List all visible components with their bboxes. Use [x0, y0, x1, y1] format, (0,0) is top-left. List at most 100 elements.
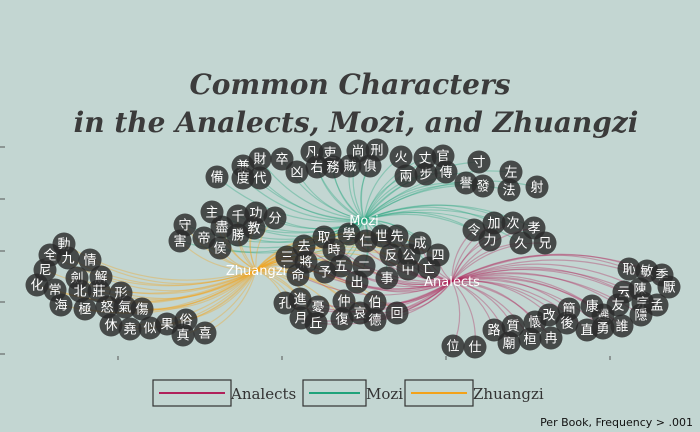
caption: Per Book, Frequency > .001 [540, 416, 693, 429]
character-label: 孟 [650, 299, 663, 314]
character-label: 丈 [418, 152, 431, 167]
character-label: 直 [580, 324, 593, 339]
character-label: 極 [78, 302, 91, 318]
character-label: 教 [247, 221, 260, 237]
character-label: 氣 [118, 301, 131, 316]
character-label: 北 [73, 285, 86, 300]
character-label: 害 [173, 234, 186, 250]
character-node: 害 [168, 229, 192, 253]
character-node: 發 [471, 174, 495, 198]
character-label: 俱 [363, 160, 376, 175]
character-label: 譽 [459, 177, 472, 192]
legend-item-zhuangzi: Zhuangzi [404, 379, 544, 407]
character-label: 反 [384, 249, 397, 264]
character-node: 後 [555, 311, 579, 335]
legend-label: Mozi [366, 385, 403, 403]
character-label: 卒 [275, 153, 288, 168]
character-label: 千 [231, 210, 244, 225]
character-label: 友 [611, 298, 624, 314]
chart-stage: Common Characters in the Analects, Mozi,… [0, 0, 700, 432]
character-node: 喜 [193, 321, 217, 345]
character-label: 成 [413, 237, 426, 252]
character-label: 休 [104, 319, 117, 334]
character-node: 位 [441, 334, 465, 358]
network-chart: Common Characters in the Analects, Mozi,… [0, 68, 693, 429]
character-label: 誰 [615, 319, 628, 335]
character-label: 火 [394, 151, 407, 166]
character-label: 令 [467, 224, 480, 239]
character-label: 伯 [368, 296, 381, 311]
character-node: 海 [49, 293, 73, 317]
character-node: 出 [345, 270, 369, 294]
character-node: 分 [263, 206, 287, 230]
character-label: 左 [504, 166, 517, 181]
character-label: 備 [210, 170, 223, 186]
character-label: 改 [542, 309, 555, 324]
hub-label-analects: Analects [424, 275, 480, 290]
character-node: 事 [375, 266, 399, 290]
character-label: 冉 [544, 332, 557, 347]
character-label: 射 [530, 180, 543, 196]
character-label: 堯 [123, 323, 136, 338]
character-node: 兄 [533, 231, 557, 255]
character-node: 友 [606, 293, 630, 317]
character-label: 喜 [198, 327, 211, 342]
character-label: 丘 [309, 317, 322, 332]
character-label: 仲 [337, 295, 350, 310]
character-label: 桓 [523, 333, 536, 348]
character-label: 真 [176, 329, 189, 344]
character-label: 寸 [472, 156, 485, 171]
character-node: 丘 [304, 311, 328, 335]
hub-label-mozi: Mozi [349, 214, 379, 229]
character-label: 怒 [100, 301, 113, 316]
character-label: 出 [350, 276, 363, 291]
character-label: 事 [380, 272, 393, 287]
character-label: 學 [342, 228, 355, 243]
character-node: 休 [99, 313, 123, 337]
character-label: 回 [390, 307, 403, 322]
character-label: 帝 [197, 231, 210, 247]
character-node: 射 [525, 175, 549, 199]
character-node: 命 [286, 263, 310, 287]
character-label: 盡 [215, 221, 228, 236]
character-node: 康 [580, 294, 604, 318]
legend-label: Zhuangzi [473, 385, 544, 403]
character-label: 五 [334, 260, 347, 275]
character-node: 兩 [394, 164, 418, 188]
character-label: 傷 [135, 303, 148, 318]
character-node: 法 [497, 178, 521, 202]
character-label: 路 [487, 323, 500, 339]
character-node: 德 [363, 308, 387, 332]
legend-label: Analects [230, 385, 296, 403]
character-label: 分 [268, 212, 281, 227]
character-node: 九 [56, 246, 80, 270]
character-node: 教 [242, 216, 266, 240]
character-node: 堯 [118, 317, 142, 341]
character-node: 備 [205, 165, 229, 189]
character-nodes: 備兼度財代卒凶凡右吏務賊尚俱刑火兩步丈官傳寸譽發左法射守害帝主侯盡千勝功教分令加… [25, 138, 681, 359]
character-label: 質 [506, 320, 519, 335]
legend: Analects Mozi Zhuangzi [152, 379, 544, 407]
character-node: 仕 [463, 335, 487, 359]
chart-title-line-2: in the Analects, Mozi, and Zhuangzi [74, 106, 639, 139]
character-label: 隱 [634, 309, 647, 324]
character-label: 九 [61, 252, 74, 267]
hub-label-zhuangzi: Zhuangzi [226, 264, 286, 279]
character-node: 傳 [434, 160, 458, 184]
character-label: 仕 [468, 341, 481, 356]
character-label: 刑 [370, 144, 383, 159]
character-node: 力 [478, 228, 502, 252]
character-label: 化 [30, 279, 43, 294]
character-label: 法 [502, 184, 515, 199]
character-node: 真 [171, 323, 195, 347]
character-label: 海 [54, 299, 67, 314]
character-label: 侯 [213, 242, 226, 257]
character-label: 發 [476, 180, 489, 195]
character-label: 久 [514, 237, 527, 252]
character-label: 勇 [596, 322, 609, 337]
character-label: 命 [291, 268, 304, 284]
character-label: 先 [390, 230, 403, 245]
character-label: 康 [585, 299, 598, 315]
character-label: 次 [506, 216, 519, 232]
character-label: 進 [293, 293, 306, 308]
